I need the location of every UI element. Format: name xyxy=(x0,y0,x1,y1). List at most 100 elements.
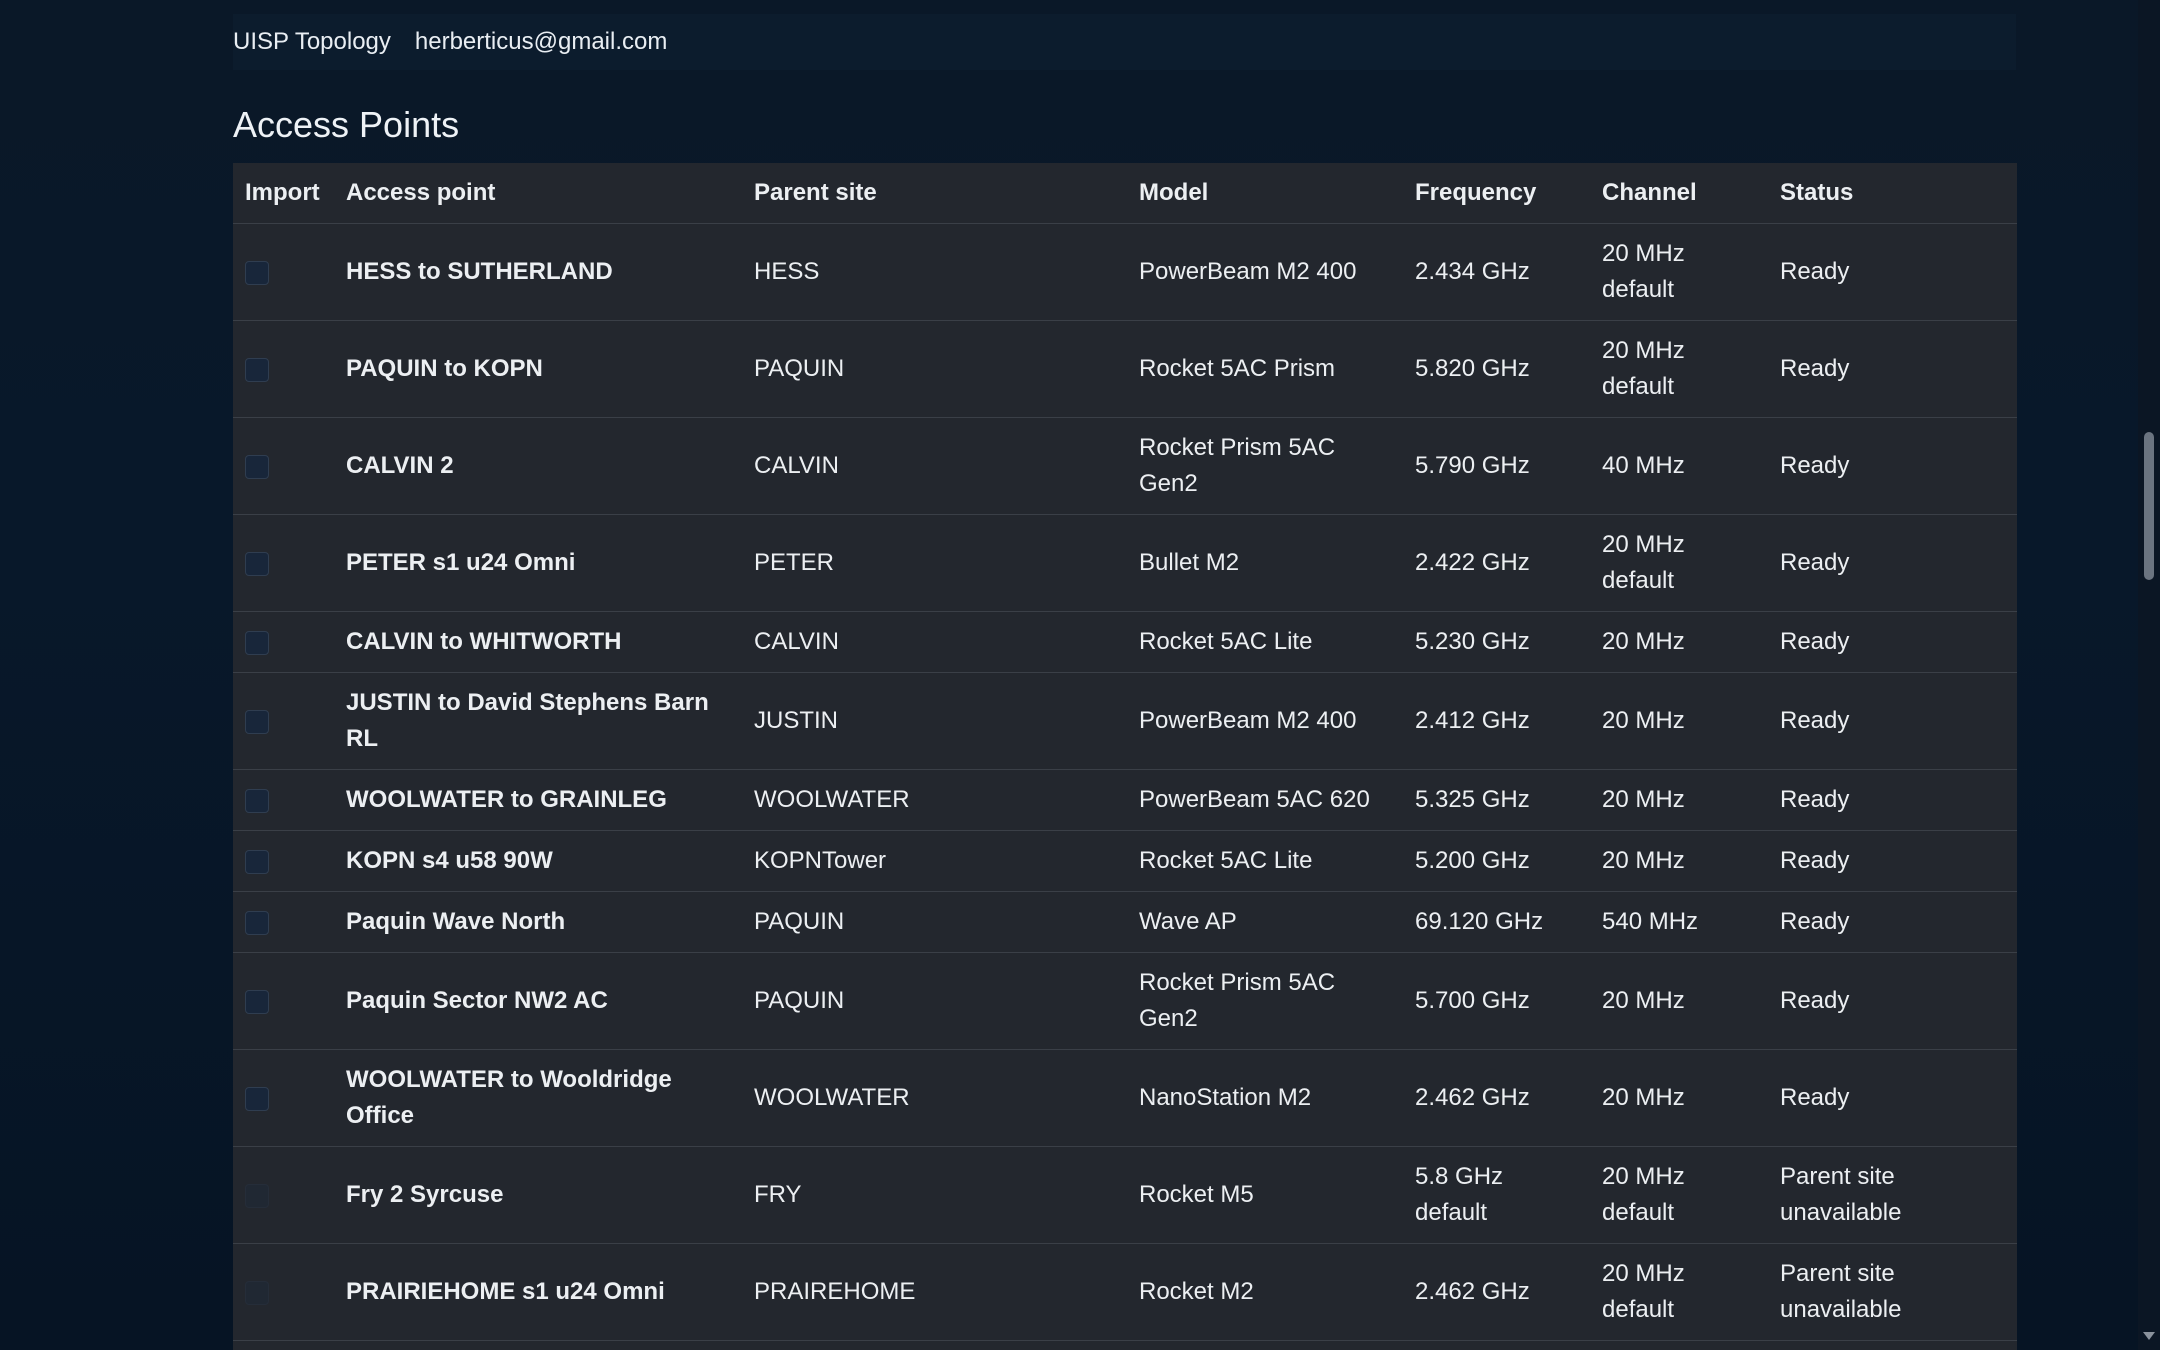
status: Parent site unavailable xyxy=(1768,1243,2017,1341)
frequency: 5.325 GHz xyxy=(1403,769,1590,831)
status: Ready xyxy=(1768,223,2017,321)
parent-site: WOOLWATER xyxy=(742,1049,1127,1147)
status: Ready xyxy=(1768,952,2017,1050)
import-checkbox[interactable] xyxy=(245,989,269,1014)
import-checkbox[interactable] xyxy=(245,454,269,479)
frequency: 5.200 GHz xyxy=(1403,830,1590,892)
header-channel: Channel xyxy=(1590,163,1768,224)
table-row: KOPN s4 u58 90W KOPNTower Rocket 5AC Lite 5… xyxy=(233,830,2017,892)
channel: 20 MHz xyxy=(1590,672,1768,770)
access-point-name: KOPN s4 u58 90W xyxy=(334,830,742,892)
model: Bullet M2 xyxy=(1127,514,1403,612)
import-cell xyxy=(233,769,334,831)
model: Rocket M5 xyxy=(1127,1146,1403,1244)
status: Ready xyxy=(1768,830,2017,892)
top-bar: UISP Topology herberticus@gmail.com xyxy=(233,14,2016,70)
scrollbar-thumb[interactable] xyxy=(2144,432,2154,580)
import-cell xyxy=(233,1049,334,1147)
page-title: Access Points xyxy=(233,104,460,145)
import-checkbox[interactable] xyxy=(245,551,269,576)
parent-site: PAQUIN xyxy=(742,891,1127,953)
table-row: PETER s1 u24 Omni PETER Bullet M2 2.422 GHz… xyxy=(233,514,2017,612)
table-row: PRAIRIEHOME s1 u24 Omni PRAIREHOME Rocket … xyxy=(233,1243,2017,1341)
model: Rocket Prism 5AC Gen2 xyxy=(1127,417,1403,515)
app-name[interactable]: UISP Topology xyxy=(233,28,391,56)
page: UISP Topology herberticus@gmail.com Acce… xyxy=(0,0,2160,1350)
import-checkbox[interactable] xyxy=(245,849,269,874)
access-point-name: Paquin Wave North xyxy=(334,891,742,953)
channel: 20 MHz xyxy=(1590,769,1768,831)
channel: 20 MHz xyxy=(1590,1049,1768,1147)
model: Rocket 5AC Prism xyxy=(1127,320,1403,418)
table-row: JUSTIN to David Stephens Barn RL JUSTIN Po… xyxy=(233,672,2017,770)
frequency: 2.462 GHz xyxy=(1403,1243,1590,1341)
import-cell xyxy=(233,672,334,770)
frequency: 2.434 GHz xyxy=(1403,223,1590,321)
frequency: 5.700 GHz xyxy=(1403,952,1590,1050)
header-status: Status xyxy=(1768,163,2017,224)
access-point-name: Paquin Sector NW2 AC xyxy=(334,952,742,1050)
channel: 20 MHz default xyxy=(1590,1146,1768,1244)
import-cell xyxy=(233,891,334,953)
parent-site: PAQUIN xyxy=(742,952,1127,1050)
access-point-name: WOOLWATER to Wooldridge Office xyxy=(334,1049,742,1147)
frequency: 5.790 GHz xyxy=(1403,417,1590,515)
import-cell xyxy=(233,952,334,1050)
parent-site: PETER xyxy=(742,514,1127,612)
table-header-row: Import Access point Parent site Model Fr… xyxy=(233,163,2017,224)
import-checkbox[interactable] xyxy=(245,788,269,813)
table-row: Paquin Wave North PAQUIN Wave AP 69.120 GHz… xyxy=(233,891,2017,953)
frequency: 5.820 GHz xyxy=(1403,320,1590,418)
access-point-name: JUSTIN to David Stephens Barn RL xyxy=(334,672,742,770)
parent-site: FRY xyxy=(742,1146,1127,1244)
status: Parent site unavailable xyxy=(1768,1146,2017,1244)
channel: 20 MHz default xyxy=(1590,514,1768,612)
channel: 20 MHz default xyxy=(1590,320,1768,418)
import-cell xyxy=(233,611,334,673)
access-point-name: PETER s1 u24 Omni xyxy=(334,514,742,612)
channel: 40 MHz xyxy=(1590,417,1768,515)
table-row: CALVIN 2 CALVIN Rocket Prism 5AC Gen2 5.790… xyxy=(233,417,2017,515)
frequency: 69.120 GHz xyxy=(1403,891,1590,953)
parent-site: JUSTIN xyxy=(742,672,1127,770)
import-checkbox[interactable] xyxy=(245,357,269,382)
frequency: 2.422 GHz xyxy=(1403,514,1590,612)
status: Ready xyxy=(1768,320,2017,418)
import-checkbox[interactable] xyxy=(245,1086,269,1111)
import-cell xyxy=(233,320,334,418)
import-checkbox[interactable] xyxy=(245,910,269,935)
user-email[interactable]: herberticus@gmail.com xyxy=(415,28,667,56)
status: Ready xyxy=(1768,672,2017,770)
status: Ready xyxy=(1768,891,2017,953)
table-body: HESS to SUTHERLAND HESS PowerBeam M2 400 2.… xyxy=(233,223,2017,1341)
import-checkbox xyxy=(245,1183,269,1208)
header-import: Import xyxy=(233,163,334,224)
import-checkbox[interactable] xyxy=(245,630,269,655)
channel: 20 MHz xyxy=(1590,611,1768,673)
table-row: PAQUIN to KOPN PAQUIN Rocket 5AC Prism 5.82… xyxy=(233,320,2017,418)
table-row: Fry 2 Syrcuse FRY Rocket M5 5.8 GHz default… xyxy=(233,1146,2017,1244)
model: Rocket M2 xyxy=(1127,1243,1403,1341)
parent-site: KOPNTower xyxy=(742,830,1127,892)
import-cell xyxy=(233,830,334,892)
header-parent-site: Parent site xyxy=(742,163,1127,224)
import-cell xyxy=(233,417,334,515)
model: PowerBeam M2 400 xyxy=(1127,672,1403,770)
access-point-name: WOOLWATER to GRAINLEG xyxy=(334,769,742,831)
import-checkbox[interactable] xyxy=(245,709,269,734)
status: Ready xyxy=(1768,611,2017,673)
import-cell xyxy=(233,1243,334,1341)
import-checkbox[interactable] xyxy=(245,260,269,285)
frequency: 2.412 GHz xyxy=(1403,672,1590,770)
access-point-name: HESS to SUTHERLAND xyxy=(334,223,742,321)
parent-site: PAQUIN xyxy=(742,320,1127,418)
parent-site: HESS xyxy=(742,223,1127,321)
frequency: 5.230 GHz xyxy=(1403,611,1590,673)
import-checkbox xyxy=(245,1280,269,1305)
model: Wave AP xyxy=(1127,891,1403,953)
page-scrollbar[interactable] xyxy=(2138,0,2160,1350)
parent-site: CALVIN xyxy=(742,417,1127,515)
channel: 20 MHz xyxy=(1590,952,1768,1050)
model: PowerBeam 5AC 620 xyxy=(1127,769,1403,831)
scroll-down-arrow-icon[interactable] xyxy=(2143,1332,2155,1340)
